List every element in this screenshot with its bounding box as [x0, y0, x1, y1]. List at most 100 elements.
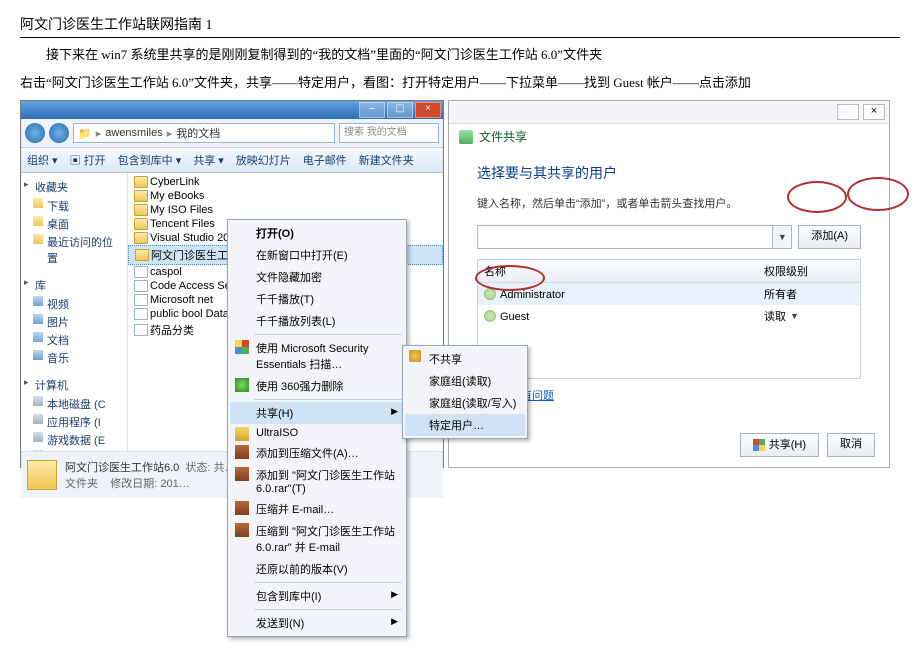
user-icon	[484, 310, 496, 322]
status-type: 文件夹	[65, 478, 98, 490]
file-item[interactable]: My ISO Files	[128, 203, 443, 217]
nav-item[interactable]: 音乐	[21, 349, 127, 367]
cmdbar-item[interactable]: ▣ 打开	[70, 152, 106, 168]
menu-item[interactable]: 在新窗口中打开(E)	[230, 244, 404, 266]
file-item[interactable]: My eBooks	[128, 189, 443, 203]
search-input[interactable]: 搜索 我的文档	[339, 123, 439, 143]
file-icon	[134, 308, 148, 320]
menu-item[interactable]: UltraISO	[230, 424, 404, 442]
file-icon	[134, 266, 148, 278]
col-name: 名称	[478, 260, 758, 282]
nav-item-icon	[33, 350, 43, 360]
submenu-arrow-icon: ▶	[391, 589, 398, 600]
path-seg2[interactable]: 我的文档	[176, 125, 220, 141]
nav-item[interactable]: 桌面	[21, 215, 127, 233]
close-button[interactable]: ×	[415, 102, 441, 118]
dlg-max-button[interactable]	[837, 104, 859, 120]
uiso-icon	[235, 427, 249, 441]
chevron-down-icon[interactable]: ▼	[772, 226, 791, 248]
menu-item[interactable]: 还原以前的版本(V)	[230, 558, 404, 580]
share-button[interactable]: 共享(H)	[740, 433, 819, 457]
status-thumb-icon	[27, 460, 57, 490]
submenu-item[interactable]: 家庭组(读取)	[405, 370, 525, 392]
nav-item[interactable]: 珍藏集 (F	[21, 449, 127, 451]
add-button[interactable]: 添加(A)	[798, 225, 861, 249]
folder-icon	[134, 204, 148, 216]
nav-item-icon	[33, 450, 43, 451]
menu-item[interactable]: 共享(H)▶	[230, 402, 404, 424]
menu-item[interactable]: 添加到压缩文件(A)…	[230, 442, 404, 464]
explorer-titlebar: – ▢ ×	[21, 101, 443, 119]
menu-item[interactable]: 发送到(N)▶	[230, 612, 404, 634]
menu-item[interactable]: 包含到库中(I)▶	[230, 585, 404, 607]
file-icon	[134, 294, 148, 306]
cmdbar-item[interactable]: 放映幻灯片	[236, 152, 291, 168]
back-button[interactable]	[25, 123, 45, 143]
nav-item-icon	[33, 216, 43, 226]
user-row[interactable]: Guest读取▼	[478, 305, 860, 327]
menu-item[interactable]: 文件隐藏加密	[230, 266, 404, 288]
dialog-title: 选择要与其共享的用户	[477, 163, 861, 183]
menu-item[interactable]: 压缩到 "阿文门诊医生工作站6.0.rar" 并 E-mail	[230, 520, 404, 558]
col-perm: 权限级别	[758, 260, 860, 282]
address-bar: 📁 ▸ awensmiles ▸ 我的文档 搜索 我的文档	[21, 119, 443, 148]
nav-item[interactable]: 视频	[21, 295, 127, 313]
user-combobox[interactable]: ▼	[477, 225, 792, 249]
cmdbar-item[interactable]: 共享 ▾	[193, 152, 224, 168]
status-name: 阿文门诊医生工作站6.0	[65, 462, 179, 474]
menu-item[interactable]: 打开(O)	[230, 222, 404, 244]
nav-item[interactable]: 图片	[21, 313, 127, 331]
rar-icon	[235, 501, 249, 515]
menu-item[interactable]: 压缩并 E-mail…	[230, 498, 404, 520]
user-row[interactable]: Administrator所有者	[478, 283, 860, 305]
user-permission[interactable]: 读取▼	[758, 305, 860, 327]
menu-separator	[254, 582, 402, 583]
nav-libraries-hdr[interactable]: 库	[21, 275, 127, 295]
user-permission: 所有者	[758, 283, 860, 305]
menu-item[interactable]: 添加到 "阿文门诊医生工作站6.0.rar"(T)	[230, 464, 404, 498]
share-button-label: 共享(H)	[769, 435, 806, 455]
dlg-close-button[interactable]: ×	[863, 104, 885, 120]
submenu-arrow-icon: ▶	[391, 406, 398, 417]
dialog-subtitle: 键入名称，然后单击“添加”，或者单击箭头查找用户。	[477, 195, 861, 211]
nav-favorites-hdr[interactable]: 收藏夹	[21, 177, 127, 197]
menu-item[interactable]: 千千播放(T)	[230, 288, 404, 310]
cmdbar-item[interactable]: 组织 ▾	[27, 152, 58, 168]
max-button[interactable]: ▢	[387, 102, 413, 118]
chevron-down-icon: ▼	[790, 311, 799, 321]
cmdbar-item[interactable]: 包含到库中 ▾	[118, 152, 182, 168]
dialog-window-title: 文件共享	[479, 128, 527, 145]
nav-item[interactable]: 最近访问的位置	[21, 233, 127, 267]
address-field[interactable]: 📁 ▸ awensmiles ▸ 我的文档	[73, 123, 335, 143]
min-button[interactable]: –	[359, 102, 385, 118]
nav-item-icon	[33, 314, 43, 324]
menu-item[interactable]: 使用 Microsoft Security Essentials 扫描…	[230, 337, 404, 375]
nav-item[interactable]: 下载	[21, 197, 127, 215]
submenu-item[interactable]: 家庭组(读取/写入)	[405, 392, 525, 414]
menu-item[interactable]: 使用 360强力删除	[230, 375, 404, 397]
nav-item[interactable]: 文档	[21, 331, 127, 349]
cmdbar-item[interactable]: 新建文件夹	[359, 152, 414, 168]
context-menu: 打开(O)在新窗口中打开(E)文件隐藏加密千千播放(T)千千播放列表(L) 使用 …	[227, 219, 407, 637]
nav-item[interactable]: 应用程序 (I	[21, 413, 127, 431]
forward-button[interactable]	[49, 123, 69, 143]
doc-line1: 接下来在 win7 系统里共享的是刚刚复制得到的“我的文档”里面的“阿文门诊医生…	[20, 44, 900, 66]
nav-item[interactable]: 本地磁盘 (C	[21, 395, 127, 413]
dialog-header: 文件共享	[449, 124, 889, 149]
rar-icon	[235, 523, 249, 537]
nav-computer-hdr[interactable]: 计算机	[21, 375, 127, 395]
nav-item-icon	[33, 432, 43, 442]
nav-item-icon	[33, 234, 43, 244]
cancel-button[interactable]: 取消	[827, 433, 875, 457]
menu-separator	[254, 399, 402, 400]
nav-item[interactable]: 游戏数据 (E	[21, 431, 127, 449]
file-item[interactable]: CyberLink	[128, 175, 443, 189]
submenu-item[interactable]: 特定用户…	[405, 414, 525, 436]
path-seg1[interactable]: awensmiles	[105, 127, 162, 139]
cmdbar-item[interactable]: 电子邮件	[303, 152, 347, 168]
submenu-item[interactable]: 不共享	[405, 348, 525, 370]
nav-item-icon	[33, 296, 43, 306]
folder-icon: 📁	[78, 127, 92, 140]
menu-item[interactable]: 千千播放列表(L)	[230, 310, 404, 332]
submenu-arrow-icon: ▶	[391, 616, 398, 627]
